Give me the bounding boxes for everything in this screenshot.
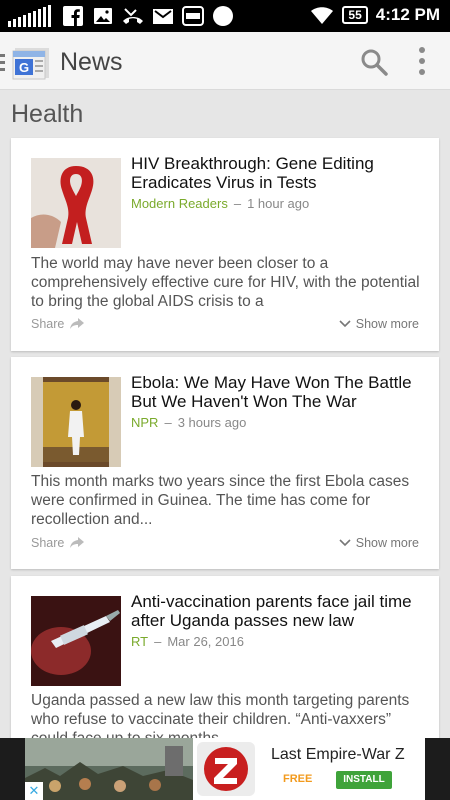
navigation-drawer-icon[interactable] (0, 52, 5, 72)
status-bar: 55 4:12 PM (0, 0, 450, 32)
share-button[interactable]: Share (31, 536, 85, 550)
article-thumbnail (31, 596, 121, 686)
image-icon (94, 8, 112, 24)
share-button[interactable]: Share (31, 317, 85, 331)
app-bar: G News (0, 32, 450, 90)
wifi-icon (311, 7, 334, 24)
overflow-menu-icon[interactable] (412, 46, 432, 76)
show-more-button[interactable]: Show more (339, 317, 419, 331)
article-source[interactable]: Modern Readers (131, 196, 228, 211)
true-app-icon (182, 6, 204, 26)
app-title: News (60, 48, 123, 76)
article-source[interactable]: NPR (131, 415, 158, 430)
clock: 4:12 PM (375, 5, 440, 24)
share-arrow-icon (70, 537, 85, 548)
article-meta: NPR –3 hours ago (131, 415, 246, 430)
article-thumbnail (31, 158, 121, 248)
ad-artwork (25, 738, 193, 800)
ad-content[interactable]: Last Empire-War Z FREE INSTALL (25, 738, 425, 800)
article-headline[interactable]: Anti-vaccination parents face jail time … (131, 592, 431, 630)
share-label: Share (31, 317, 65, 331)
chevron-down-icon (339, 320, 351, 328)
google-news-icon[interactable]: G (11, 46, 51, 80)
show-more-label: Show more (355, 536, 419, 550)
section-title: Health (11, 100, 84, 128)
meta-separator: – (233, 196, 242, 211)
article-snippet[interactable]: The world may have never been closer to … (31, 254, 423, 311)
facebook-icon (63, 6, 83, 26)
ad-app-icon (197, 742, 255, 796)
article-card[interactable]: Ebola: We May Have Won The Battle But We… (11, 357, 439, 569)
missed-call-icon (123, 8, 143, 24)
meta-separator: – (164, 415, 172, 430)
ad-banner[interactable]: Last Empire-War Z FREE INSTALL ✕ (0, 738, 450, 800)
article-snippet[interactable]: This month marks two years since the fir… (31, 472, 423, 529)
article-meta: Modern Readers –1 hour ago (131, 196, 309, 211)
gmail-icon (153, 9, 173, 24)
search-icon[interactable] (360, 48, 388, 76)
show-more-label: Show more (355, 317, 419, 331)
battery-icon: 55 (342, 6, 368, 24)
svg-text:G: G (19, 60, 29, 75)
article-card[interactable]: Anti-vaccination parents face jail time … (11, 576, 439, 747)
ad-title[interactable]: Last Empire-War Z (271, 746, 405, 764)
adchoices-icon[interactable]: ✕ (25, 782, 43, 800)
article-thumbnail (31, 377, 121, 467)
chevron-down-icon (339, 539, 351, 547)
install-button[interactable]: INSTALL (336, 771, 392, 789)
article-headline[interactable]: HIV Breakthrough: Gene Editing Eradicate… (131, 154, 431, 192)
article-source[interactable]: RT (131, 634, 148, 649)
meta-separator: – (154, 634, 162, 649)
ad-price: FREE (283, 773, 313, 785)
circle-icon (213, 6, 233, 26)
signal-icon (8, 5, 51, 27)
share-label: Share (31, 536, 65, 550)
article-headline[interactable]: Ebola: We May Have Won The Battle But We… (131, 373, 431, 411)
article-age: Mar 26, 2016 (167, 634, 244, 649)
article-card[interactable]: HIV Breakthrough: Gene Editing Eradicate… (11, 138, 439, 351)
share-arrow-icon (70, 318, 85, 329)
article-age: 3 hours ago (177, 415, 247, 430)
article-meta: RT – Mar 26, 2016 (131, 634, 244, 649)
article-age: 1 hour ago (247, 196, 310, 211)
show-more-button[interactable]: Show more (339, 536, 419, 550)
